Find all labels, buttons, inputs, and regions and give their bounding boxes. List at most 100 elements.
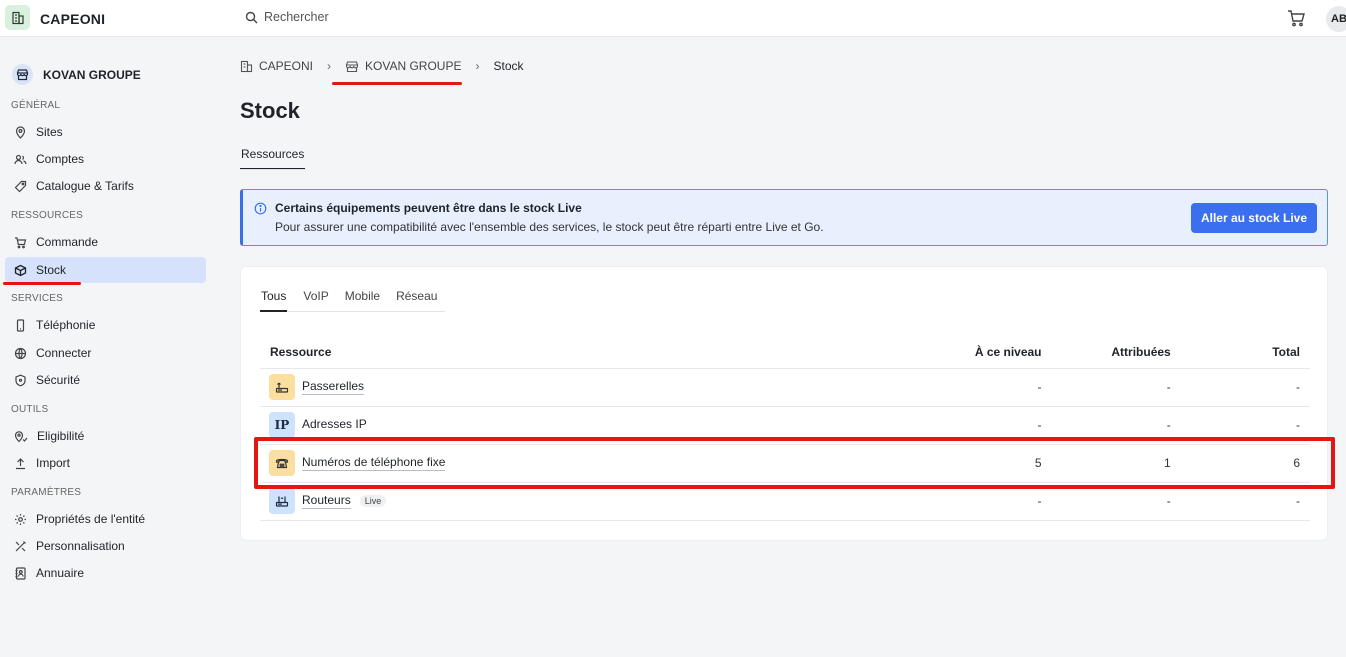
cell-total: - <box>1180 368 1310 407</box>
column-header-resource[interactable]: Ressource <box>260 336 907 369</box>
tab-voip[interactable]: VoIP <box>295 289 336 311</box>
sidebar-item-commande[interactable]: Commande <box>5 229 206 255</box>
info-alert: Certains équipements peuvent être dans l… <box>240 189 1328 246</box>
table-row[interactable]: Routeurs Live - - - <box>260 482 1310 521</box>
resource-link[interactable]: Passerelles <box>302 379 365 395</box>
breadcrumb-current: Stock <box>493 59 524 73</box>
chevron-right-icon: › <box>327 59 332 73</box>
alert-title: Certains équipements peuvent être dans l… <box>275 201 582 215</box>
landline-phone-icon <box>269 450 295 476</box>
sidebar-item-securite[interactable]: Sécurité <box>5 367 206 393</box>
search-icon <box>245 11 258 23</box>
info-icon <box>254 202 267 215</box>
app-title[interactable]: CAPEONI <box>40 11 105 27</box>
gateway-icon <box>269 374 295 400</box>
gear-icon <box>15 513 26 525</box>
sidebar-item-label: Téléphonie <box>36 318 96 332</box>
sidebar-item-label: Personnalisation <box>36 539 125 553</box>
sidebar-item-proprietes[interactable]: Propriétés de l'entité <box>5 506 206 532</box>
section-services: SERVICES <box>11 293 63 304</box>
table-row[interactable]: Numéros de téléphone fixe 5 1 6 <box>260 444 1310 483</box>
sidebar-item-annuaire[interactable]: Annuaire <box>5 560 206 586</box>
column-header-total[interactable]: Total <box>1180 336 1310 369</box>
cell-total: 6 <box>1180 444 1310 483</box>
sidebar-item-label: Import <box>36 456 71 470</box>
globe-icon <box>14 347 27 359</box>
avatar[interactable]: AB <box>1326 6 1346 32</box>
table-header-row: Ressource À ce niveau Attribuées Total <box>260 336 1310 369</box>
sidebar: KOVAN GROUPE GÉNÉRAL Sites Comptes Catal… <box>0 38 220 657</box>
search-input[interactable] <box>264 10 564 24</box>
router-icon <box>269 488 295 514</box>
sidebar-item-label: Annuaire <box>36 566 85 580</box>
resource-link[interactable]: Numéros de téléphone fixe <box>302 455 446 471</box>
sidebar-item-label: Sécurité <box>36 373 81 387</box>
location-pin-icon <box>15 125 26 139</box>
box-icon <box>14 264 27 276</box>
section-outils: OUTILS <box>11 404 49 415</box>
sidebar-item-label: Sites <box>36 125 63 139</box>
table-row[interactable]: IP Adresses IP - - - <box>260 406 1310 445</box>
search-bar[interactable] <box>245 10 564 24</box>
cell-level: - <box>906 406 1052 445</box>
users-icon <box>14 154 27 164</box>
cell-level: 5 <box>906 444 1052 483</box>
resource-link[interactable]: Routeurs <box>302 493 351 509</box>
cart-icon <box>15 236 27 248</box>
resource-link[interactable]: Adresses IP <box>302 417 367 433</box>
sidebar-item-personnalisation[interactable]: Personnalisation <box>5 533 206 559</box>
upload-icon <box>16 457 25 469</box>
breadcrumb-org-link[interactable]: KOVAN GROUPE <box>365 59 461 73</box>
cell-assigned: 1 <box>1051 444 1181 483</box>
page-title: Stock <box>240 98 300 123</box>
building-icon <box>240 60 253 72</box>
alert-text: Pour assurer une compatibilité avec l'en… <box>275 220 824 234</box>
org-name: KOVAN GROUPE <box>43 67 141 82</box>
section-general: GÉNÉRAL <box>11 100 61 111</box>
sidebar-item-connecter[interactable]: Connecter <box>5 340 206 366</box>
contact-book-icon <box>15 566 26 580</box>
org-header[interactable]: KOVAN GROUPE <box>12 64 141 85</box>
go-to-live-stock-button[interactable]: Aller au stock Live <box>1190 203 1317 233</box>
top-bar: CAPEONI AB <box>0 0 1346 37</box>
tab-mobile[interactable]: Mobile <box>337 289 388 311</box>
sidebar-item-stock[interactable]: Stock <box>5 257 206 283</box>
cell-total: - <box>1180 406 1310 445</box>
tab-tous[interactable]: Tous <box>260 289 288 312</box>
tab-ressources[interactable]: Ressources <box>240 147 306 170</box>
table-row[interactable]: Passerelles - - - <box>260 368 1310 407</box>
storefront-icon <box>345 60 359 72</box>
phone-icon <box>16 318 25 332</box>
sidebar-item-label: Propriétés de l'entité <box>36 512 146 526</box>
cell-assigned: - <box>1051 482 1181 521</box>
breadcrumb: CAPEONI › KOVAN GROUPE › Stock <box>240 59 524 73</box>
page-tabs: Ressources <box>240 146 306 170</box>
tab-divider <box>240 169 306 170</box>
storefront-icon <box>12 64 33 85</box>
sidebar-item-label: Comptes <box>36 152 85 166</box>
sidebar-item-label: Commande <box>36 235 99 249</box>
sidebar-item-label: Connecter <box>36 346 92 360</box>
column-header-assigned[interactable]: Attribuées <box>1051 336 1181 369</box>
shield-icon <box>15 374 26 386</box>
tools-icon <box>15 540 26 551</box>
sidebar-item-telephonie[interactable]: Téléphonie <box>5 312 206 338</box>
cart-icon[interactable] <box>1286 8 1306 31</box>
cell-assigned: - <box>1051 406 1181 445</box>
cell-assigned: - <box>1051 368 1181 407</box>
sidebar-item-label: Eligibilité <box>37 429 85 443</box>
ip-address-icon: IP <box>269 412 295 438</box>
sidebar-item-comptes[interactable]: Comptes <box>5 146 206 172</box>
tab-reseau[interactable]: Réseau <box>388 289 445 311</box>
column-header-level[interactable]: À ce niveau <box>906 336 1052 369</box>
annotation-underline-breadcrumb <box>332 82 462 85</box>
breadcrumb-root-link[interactable]: CAPEONI <box>259 59 313 73</box>
sidebar-item-import[interactable]: Import <box>5 450 206 476</box>
sidebar-item-eligibilite[interactable]: Eligibilité <box>5 423 206 449</box>
sidebar-item-catalogue[interactable]: Catalogue & Tarifs <box>5 173 206 199</box>
section-ressources: RESSOURCES <box>11 210 84 221</box>
sidebar-item-sites[interactable]: Sites <box>5 119 206 145</box>
cell-level: - <box>906 482 1052 521</box>
filter-tabs: Tous VoIP Mobile Réseau <box>260 289 446 312</box>
building-logo-icon[interactable] <box>5 5 30 30</box>
